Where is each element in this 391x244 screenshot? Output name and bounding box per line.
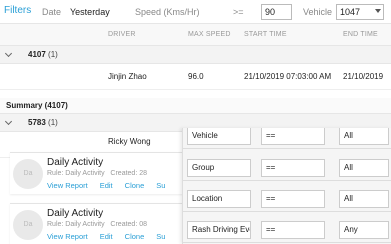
card-meta: Rule: Daily Activity Created: 28 <box>47 170 148 177</box>
criteria-row: Group == All <box>183 155 391 181</box>
criteria-operator[interactable]: == <box>261 159 325 177</box>
criteria-row: Rash Driving Eve == Any <box>183 217 391 243</box>
view-report-link[interactable]: View Report <box>47 232 88 241</box>
criteria-row: Vehicle == All <box>183 128 391 149</box>
edit-link[interactable]: Edit <box>100 232 113 241</box>
date-value[interactable]: Yesterday <box>70 6 110 18</box>
criteria-field[interactable]: Vehicle <box>187 128 251 145</box>
summary-label: Summary (4107) <box>6 101 68 110</box>
column-header-max-speed[interactable]: MAX SPEED <box>188 31 231 38</box>
column-header-end-time[interactable]: END TIME <box>343 31 378 38</box>
start-time-cell: 21/10/2019 07:03:00 AM <box>244 72 332 81</box>
criteria-value[interactable]: All <box>339 128 389 145</box>
subscribe-link[interactable]: Su <box>156 181 165 190</box>
driver-cell: Ricky Wong <box>108 137 151 146</box>
column-header-start-time[interactable]: START TIME <box>244 31 287 38</box>
card-title: Daily Activity <box>47 157 104 168</box>
table-row[interactable]: Jinjin Zhao 96.0 21/10/2019 07:03:00 AM … <box>0 64 391 90</box>
filter-bar: Filters Date Yesterday Speed (Kms/Hr) >=… <box>0 0 391 24</box>
criteria-operator[interactable]: == <box>261 190 325 208</box>
table-header: DRIVER MAX SPEED START TIME END TIME <box>0 24 391 46</box>
filters-title[interactable]: Filters <box>4 5 31 17</box>
criteria-panel: Vehicle == All Group == All Location == … <box>182 128 391 244</box>
clone-link[interactable]: Clone <box>125 232 145 241</box>
speed-label: Speed (Kms/Hr) <box>135 7 200 17</box>
end-time-cell: 21/10/2019 <box>343 72 384 81</box>
criteria-value[interactable]: All <box>339 159 389 177</box>
chevron-down-icon[interactable] <box>4 49 13 58</box>
card-meta: Rule: Daily Activity Created: 08 <box>47 221 148 228</box>
speed-operator[interactable]: >= <box>233 6 244 18</box>
criteria-value[interactable]: All <box>339 190 389 208</box>
report-card[interactable]: Da Daily Activity Rule: Daily Activity C… <box>10 152 185 194</box>
max-speed-cell: 96.0 <box>188 72 204 81</box>
criteria-operator[interactable]: == <box>261 221 325 239</box>
group-row[interactable]: 4107 (1) <box>0 46 391 64</box>
criteria-row: Location == All <box>183 186 391 212</box>
card-title: Daily Activity <box>47 208 104 219</box>
vehicle-label: Vehicle <box>303 7 333 17</box>
criteria-value[interactable]: Any <box>339 221 389 239</box>
criteria-field[interactable]: Group <box>187 159 251 177</box>
chevron-down-icon <box>375 9 381 13</box>
card-actions: View Report Edit Clone Su <box>47 181 177 190</box>
card-actions: View Report Edit Clone Su <box>47 232 177 241</box>
subscribe-link[interactable]: Su <box>156 232 165 241</box>
vehicle-select[interactable]: 1047 <box>336 4 384 20</box>
group-name: 5783 (1) <box>28 118 58 127</box>
clone-link[interactable]: Clone <box>125 181 145 190</box>
avatar: Da <box>13 210 43 240</box>
edit-link[interactable]: Edit <box>100 181 113 190</box>
chevron-down-icon[interactable] <box>4 117 13 126</box>
criteria-field[interactable]: Rash Driving Eve <box>187 221 251 239</box>
driver-cell: Jinjin Zhao <box>108 72 147 81</box>
report-card[interactable]: Da Daily Activity Rule: Daily Activity C… <box>10 203 185 244</box>
vehicle-select-value: 1047 <box>340 7 361 17</box>
view-report-link[interactable]: View Report <box>47 181 88 190</box>
avatar: Da <box>13 159 43 189</box>
date-label: Date <box>42 7 62 17</box>
group-name: 4107 (1) <box>28 50 58 59</box>
criteria-operator[interactable]: == <box>261 128 325 145</box>
criteria-field[interactable]: Location <box>187 190 251 208</box>
column-header-driver[interactable]: DRIVER <box>108 31 136 38</box>
speed-value-input[interactable] <box>261 4 292 20</box>
summary-row: Summary (4107) <box>0 98 391 114</box>
